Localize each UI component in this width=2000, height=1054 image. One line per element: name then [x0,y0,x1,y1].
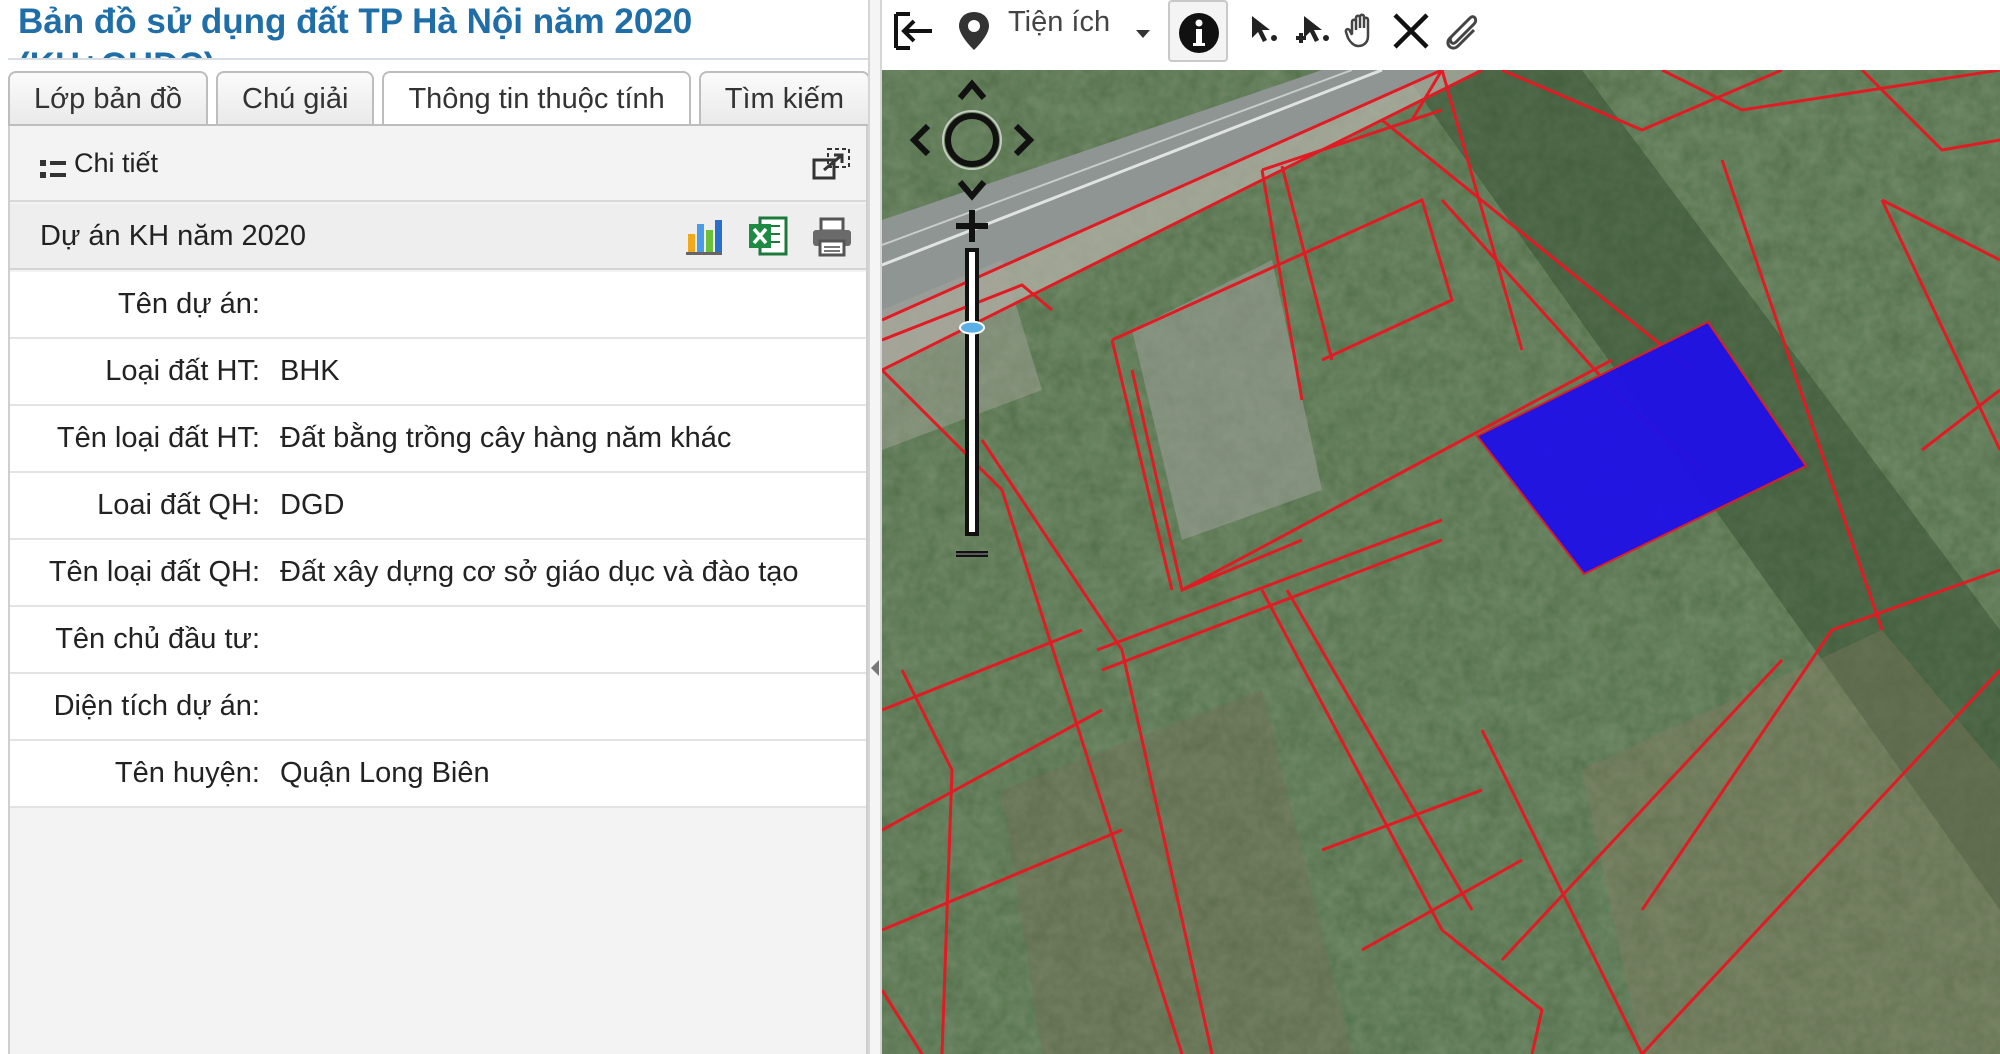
exit-left-icon[interactable] [892,8,936,54]
section-title: Dự án KH năm 2020 [40,220,307,252]
attribute-value: Quận Long Biên [280,757,490,789]
tab-bar: Lớp bản đồ Chú giải Thông tin thuộc tính… [8,71,878,127]
table-row: Tên chủ đầu tư: [10,607,866,674]
table-row: Tên loại đất QH: Đất xây dựng cơ sở giáo… [10,540,866,607]
tab-map-layers[interactable]: Lớp bản đồ [8,71,209,125]
attribute-key: Tên chủ đầu tư: [55,623,260,655]
chevron-down-icon[interactable] [1136,30,1150,38]
attribute-key: Diện tích dự án: [53,690,260,722]
detail-label: Chi tiết [74,148,159,178]
map-canvas[interactable] [882,70,2000,1054]
zoom-thumb[interactable] [959,320,985,335]
tab-legend[interactable]: Chú giải [216,71,375,125]
section-header: Dự án KH năm 2020 [10,204,866,270]
table-row: Loai đất QH: DGD [10,473,866,540]
panel-splitter[interactable] [868,0,882,1054]
list-icon [40,160,66,178]
zoom-track[interactable] [965,248,979,536]
tab-attribute-info[interactable]: Thông tin thuộc tính [382,71,691,127]
attribute-key: Tên huyện: [114,757,260,789]
attribute-key: Tên loại đất QH: [48,556,260,588]
attribute-value: Đất xây dựng cơ sở giáo dục và đào tạo [280,556,799,588]
select-arrow-icon[interactable] [1244,8,1284,54]
attribute-panel: Chi tiết Dự án KH năm 2020 Tên dự án: Lo… [8,126,868,1054]
bar-chart-icon[interactable] [682,214,726,258]
attribute-key: Tên loại đất HT: [56,422,260,454]
info-icon [1179,13,1219,53]
select-plus-icon[interactable] [1290,8,1334,54]
attribute-value: DGD [280,489,345,521]
hand-pan-icon[interactable] [1342,8,1382,54]
attribute-key: Tên dự án: [118,288,260,320]
paperclip-icon[interactable] [1440,8,1484,54]
expand-icon[interactable] [812,146,852,182]
close-icon[interactable] [1390,8,1432,54]
excel-icon[interactable] [746,214,790,258]
map-toolbar: Tiện ích [882,0,2000,70]
table-row: Tên huyện: Quận Long Biên [10,741,866,808]
attribute-key: Loai đất QH: [97,489,260,521]
table-row: Tên loại đất HT: Đất bằng trồng cây hàng… [10,406,866,473]
attribute-value: BHK [280,355,340,387]
detail-header: Chi tiết [10,126,866,202]
attribute-table: Tên dự án: Loại đất HT: BHK Tên loại đất… [10,272,866,808]
table-row: Tên dự án: [10,272,866,339]
attribute-value: Đất bằng trồng cây hàng năm khác [280,422,732,454]
print-icon[interactable] [810,216,854,258]
collapse-arrow-icon[interactable] [871,660,879,676]
info-tool-button[interactable] [1168,0,1228,62]
attribute-key: Loại đất HT: [105,355,260,387]
divider [8,58,876,60]
page-title: Bản đồ sử dụng đất TP Hà Nội năm 2020 (K… [18,2,693,58]
map-marker-icon[interactable] [954,8,994,54]
utility-menu[interactable]: Tiện ích [1008,6,1110,39]
table-row: Diện tích dự án: [10,674,866,741]
side-panel: Bản đồ sử dụng đất TP Hà Nội năm 2020 (K… [0,0,876,1054]
map-view[interactable]: Tiện ích [882,0,2000,1054]
tab-search[interactable]: Tìm kiếm [698,71,870,125]
table-row: Loại đất HT: BHK [10,339,866,406]
